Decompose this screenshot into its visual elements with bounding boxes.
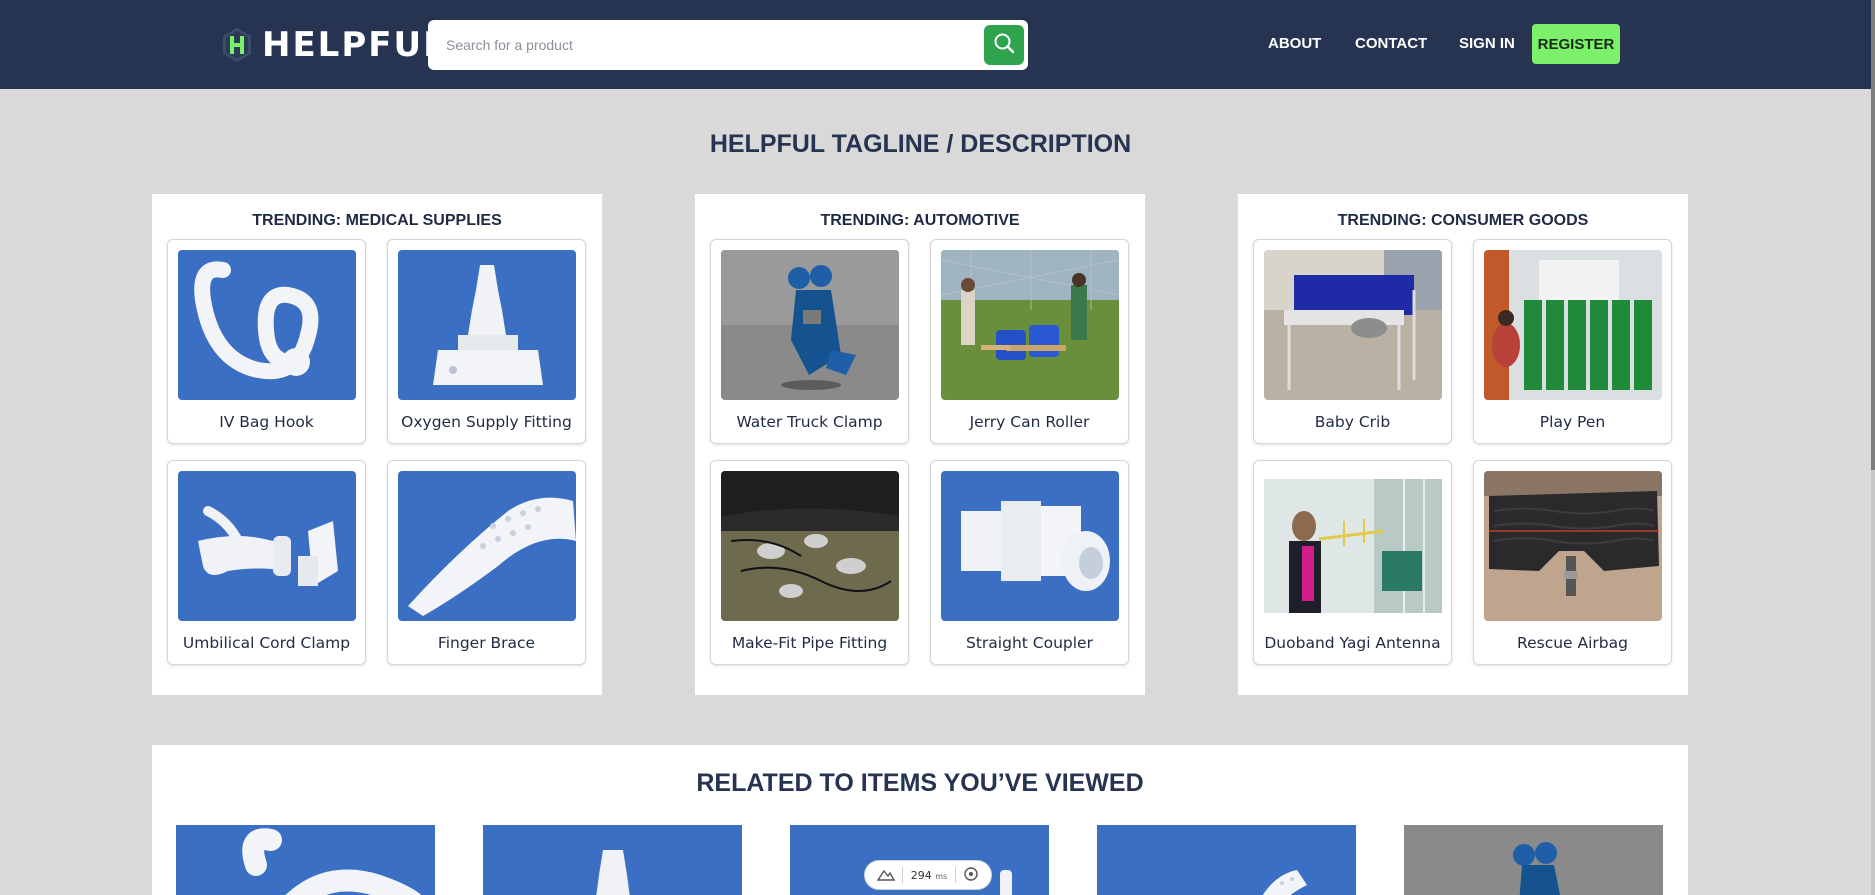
product-name: Oxygen Supply Fitting	[401, 413, 572, 431]
product-image	[178, 471, 356, 621]
product-card-rescue-airbag[interactable]: Rescue Airbag	[1473, 460, 1672, 665]
product-image	[1264, 250, 1442, 400]
target-icon[interactable]	[963, 866, 979, 885]
scrollbar-thumb[interactable]	[1871, 0, 1875, 470]
product-name: Rescue Airbag	[1517, 634, 1628, 652]
product-image	[721, 471, 899, 621]
nav-about-link[interactable]: ABOUT	[1268, 35, 1321, 52]
related-item-finger-brace[interactable]	[1097, 825, 1356, 895]
product-image	[1484, 250, 1662, 400]
product-image	[721, 250, 899, 400]
logo-h-icon	[222, 27, 252, 63]
panel-title: TRENDING: CONSUMER GOODS	[1337, 212, 1589, 229]
trending-consumer-goods-panel: TRENDING: CONSUMER GOODS Baby Crib Play …	[1238, 194, 1688, 695]
search-icon	[993, 32, 1015, 58]
product-name: Straight Coupler	[966, 634, 1093, 652]
product-name: Finger Brace	[437, 634, 536, 652]
product-name: Baby Crib	[1314, 413, 1391, 431]
product-card-iv-bag-hook[interactable]: IV Bag Hook	[167, 239, 366, 444]
divider	[902, 867, 904, 883]
product-card-finger-brace[interactable]: Finger Brace	[387, 460, 586, 665]
related-item-iv-bag-hook[interactable]	[176, 825, 435, 895]
product-image	[941, 471, 1119, 621]
product-name: IV Bag Hook	[219, 413, 314, 431]
trending-medical-panel: TRENDING: MEDICAL SUPPLIES IV Bag Hook O…	[152, 194, 602, 695]
product-image	[178, 250, 356, 400]
related-section-title: RELATED TO ITEMS YOU’VE VIEWED	[696, 769, 1144, 797]
product-name: Play Pen	[1539, 413, 1606, 431]
related-item-water-truck-clamp[interactable]	[1404, 825, 1663, 895]
product-card-umbilical-cord-clamp[interactable]: Umbilical Cord Clamp	[167, 460, 366, 665]
product-card-duoband-yagi-antenna[interactable]: Duoband Yagi Antenna	[1253, 460, 1452, 665]
product-card-straight-coupler[interactable]: Straight Coupler	[930, 460, 1129, 665]
divider	[954, 867, 956, 883]
top-navbar: HELPFUL ABOUT CONTACT SIGN IN REGISTER	[0, 0, 1871, 89]
search-input[interactable]	[432, 24, 1012, 66]
page-tagline: HELPFUL TAGLINE / DESCRIPTION	[709, 130, 1132, 158]
product-name: Umbilical Cord Clamp	[182, 634, 351, 652]
product-image	[1484, 471, 1662, 621]
product-card-play-pen[interactable]: Play Pen	[1473, 239, 1672, 444]
panel-title: TRENDING: MEDICAL SUPPLIES	[252, 212, 502, 229]
product-card-water-truck-clamp[interactable]: Water Truck Clamp	[710, 239, 909, 444]
page-scrollbar[interactable]	[1871, 0, 1875, 895]
brand-name: HELPFUL	[262, 25, 447, 65]
product-name: Water Truck Clamp	[736, 413, 883, 431]
product-image	[941, 250, 1119, 400]
timing-readout: 294 ms	[910, 868, 948, 882]
mountain-icon[interactable]	[876, 867, 895, 884]
search-bar	[428, 20, 1028, 70]
brand-logo[interactable]: HELPFUL	[222, 26, 447, 64]
product-image	[1264, 471, 1442, 621]
trending-automotive-panel: TRENDING: AUTOMOTIVE Water Truck Clamp J…	[695, 194, 1145, 695]
search-button[interactable]	[984, 25, 1024, 65]
product-card-jerry-can-roller[interactable]: Jerry Can Roller	[930, 239, 1129, 444]
timing-overlay: 294 ms	[864, 860, 992, 890]
product-card-baby-crib[interactable]: Baby Crib	[1253, 239, 1452, 444]
product-card-oxygen-supply-fitting[interactable]: Oxygen Supply Fitting	[387, 239, 586, 444]
product-card-make-fit-pipe-fitting[interactable]: Make-Fit Pipe Fitting	[710, 460, 909, 665]
product-name: Make-Fit Pipe Fitting	[731, 634, 888, 652]
product-image	[398, 471, 576, 621]
product-image	[398, 250, 576, 400]
register-button[interactable]: REGISTER	[1532, 24, 1620, 64]
panel-title: TRENDING: AUTOMOTIVE	[820, 212, 1020, 229]
nav-contact-link[interactable]: CONTACT	[1355, 35, 1427, 52]
product-name: Jerry Can Roller	[969, 413, 1090, 431]
related-item-oxygen-supply-fitting[interactable]	[483, 825, 742, 895]
product-name: Duoband Yagi Antenna	[1264, 634, 1441, 652]
nav-sign-in-link[interactable]: SIGN IN	[1459, 35, 1515, 52]
